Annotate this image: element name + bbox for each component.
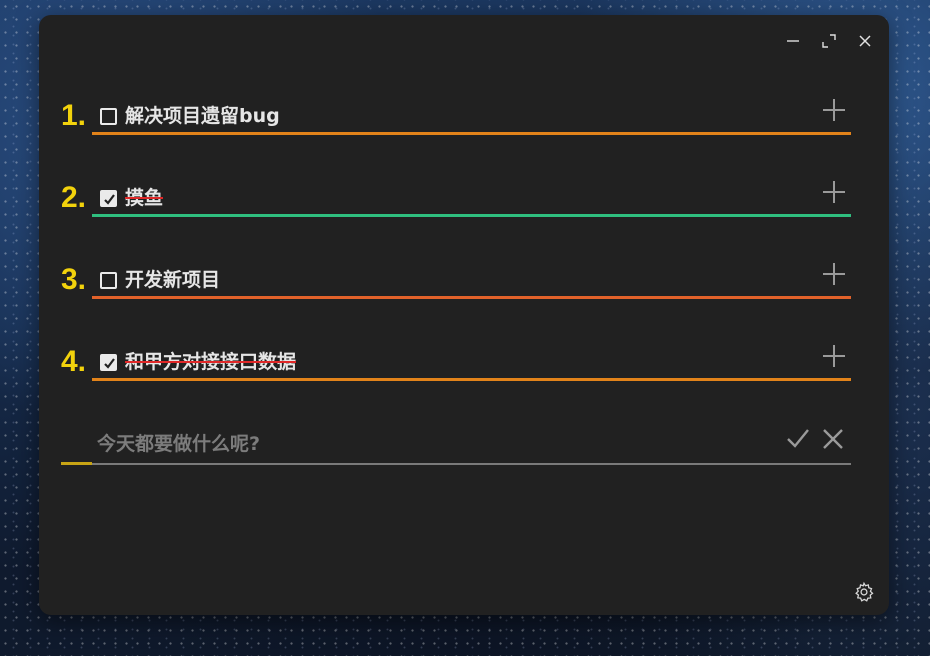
plus-icon[interactable] — [821, 97, 847, 123]
todo-item: 3. 开发新项目 — [61, 259, 851, 299]
check-icon[interactable] — [785, 425, 811, 451]
gear-icon[interactable] — [853, 581, 875, 603]
check-icon — [104, 358, 115, 369]
todo-label: 开发新项目 — [125, 269, 221, 291]
close-button[interactable] — [855, 31, 875, 51]
minimize-icon — [787, 40, 799, 42]
todo-label: 和甲方对接接口数据 — [125, 351, 297, 373]
todo-number: 1. — [61, 99, 87, 132]
todo-checkbox[interactable] — [100, 272, 117, 289]
new-todo-row — [61, 423, 851, 465]
close-icon — [859, 35, 871, 47]
new-todo-input[interactable] — [95, 429, 739, 459]
todo-checkbox[interactable] — [100, 354, 117, 371]
minimize-button[interactable] — [783, 31, 803, 51]
todo-window: 1. 解决项目遗留bug 2. 摸鱼 3. 开发新项目 4. 和甲方对接接口数据… — [39, 15, 889, 615]
todo-underline — [92, 214, 851, 217]
todo-item: 2. 摸鱼 — [61, 177, 851, 217]
todo-number: 2. — [61, 181, 87, 214]
todo-label: 解决项目遗留bug — [125, 105, 280, 127]
plus-icon[interactable] — [821, 179, 847, 205]
todo-item: 4. 和甲方对接接口数据 — [61, 341, 851, 381]
todo-checkbox[interactable] — [100, 190, 117, 207]
plus-icon[interactable] — [821, 343, 847, 369]
x-icon[interactable] — [821, 427, 845, 451]
check-icon — [104, 194, 115, 205]
input-underline — [92, 463, 851, 465]
plus-icon[interactable] — [821, 261, 847, 287]
todo-underline — [92, 378, 851, 381]
todo-number: 4. — [61, 345, 87, 378]
todo-label: 摸鱼 — [125, 187, 164, 209]
maximize-button[interactable] — [819, 31, 839, 51]
input-accent-line — [61, 462, 92, 465]
todo-item: 1. 解决项目遗留bug — [61, 95, 851, 135]
todo-underline — [92, 132, 851, 135]
todo-number: 3. — [61, 263, 87, 296]
maximize-icon — [822, 34, 836, 48]
todo-underline — [92, 296, 851, 299]
todo-checkbox[interactable] — [100, 108, 117, 125]
